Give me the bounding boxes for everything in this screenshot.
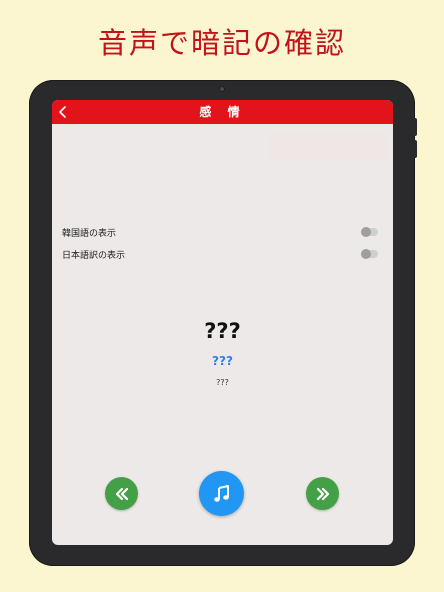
promo-page: 音声で暗記の確認 感 情 韓国語の表示 日本語訳の表示 ??? ??? ??? xyxy=(0,0,444,592)
app-screen: 感 情 韓国語の表示 日本語訳の表示 ??? ??? ??? xyxy=(52,100,393,545)
toggle-switch-japanese[interactable] xyxy=(361,249,378,259)
chevron-left-icon[interactable] xyxy=(56,102,70,122)
top-bar: 感 情 xyxy=(52,100,393,124)
banner-placeholder xyxy=(270,132,386,160)
chevron-left-icon-glyph xyxy=(59,106,66,118)
screen-title: 感 情 xyxy=(199,105,246,119)
switch-knob xyxy=(361,249,371,259)
music-note-icon xyxy=(213,484,229,502)
previous-button[interactable] xyxy=(105,477,138,510)
double-chevron-left-icon xyxy=(115,487,128,500)
toggle-row-japanese: 日本語訳の表示 xyxy=(62,246,378,264)
next-button[interactable] xyxy=(306,477,339,510)
play-audio-button[interactable] xyxy=(199,471,244,516)
camera-dot xyxy=(219,86,225,92)
tablet-side-button xyxy=(414,140,417,158)
switch-knob xyxy=(361,227,371,237)
card-meaning: ??? xyxy=(216,378,229,387)
toggle-switch-korean[interactable] xyxy=(361,227,378,237)
tablet-side-button xyxy=(414,118,417,136)
toggle-row-korean: 韓国語の表示 xyxy=(62,224,378,242)
double-chevron-right-icon xyxy=(316,487,329,500)
promo-headline: 音声で暗記の確認 xyxy=(97,26,346,60)
card-word: ??? xyxy=(204,319,241,343)
card-reading: ??? xyxy=(212,354,233,368)
toggle-label-korean: 韓国語の表示 xyxy=(62,229,117,239)
toggle-label-japanese: 日本語訳の表示 xyxy=(62,251,126,261)
